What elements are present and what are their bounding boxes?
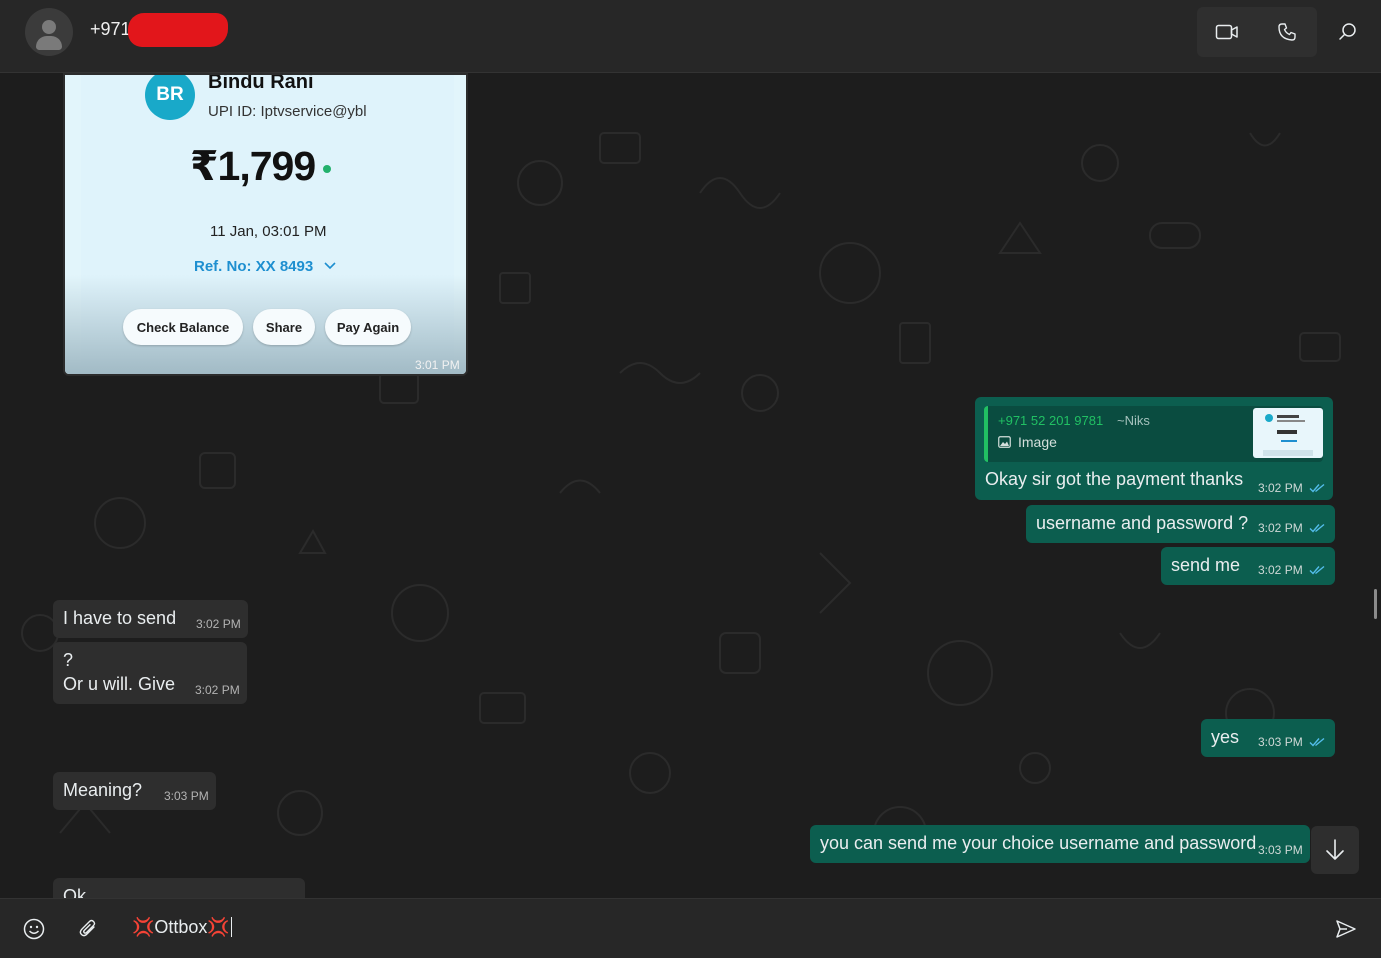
emoji-icon — [23, 918, 45, 940]
scroll-to-bottom-button[interactable] — [1311, 826, 1359, 874]
reference-number: Ref. No: XX 8493 — [194, 258, 337, 275]
message-time: 3:03 PM — [1258, 843, 1303, 857]
message-input[interactable]: 💢Ottbox💢 — [132, 917, 232, 938]
message-time: 3:01 PM — [415, 358, 460, 372]
share-pill: Share — [253, 309, 315, 345]
message-text: yes — [1211, 727, 1240, 747]
message-text-line-2: Or u will. Give — [63, 674, 176, 694]
quoted-sender-alias: ~Niks — [1117, 413, 1150, 428]
message-text: I have to send — [63, 608, 177, 628]
double-check-icon — [1309, 523, 1325, 533]
search-button[interactable] — [1330, 14, 1366, 50]
message-time: 3:03 PM — [1258, 735, 1303, 749]
phone-icon — [1278, 23, 1296, 41]
message-text: send me — [1171, 555, 1241, 575]
payment-amount: ₹1,799 — [190, 143, 316, 189]
reply-message[interactable]: +971 52 201 9781 ~Niks Image Okay sir go… — [975, 397, 1333, 500]
payment-date: 11 Jan, 03:01 PM — [210, 223, 327, 240]
message-time: 3:02 PM — [196, 617, 241, 631]
double-check-icon — [1309, 565, 1325, 575]
image-message[interactable]: BR Bindu Rani UPI ID: Iptvservice@ybl ₹1… — [63, 73, 468, 376]
incoming-message[interactable]: I have to send 3:02 PM — [53, 600, 248, 638]
message-composer: 💢Ottbox💢 — [0, 898, 1381, 958]
scrollbar-thumb[interactable] — [1374, 589, 1377, 619]
message-time: 3:03 PM — [164, 789, 209, 803]
search-icon — [1339, 23, 1356, 40]
send-icon — [1336, 920, 1356, 938]
outgoing-message[interactable]: username and password ? 3:02 PM — [1026, 505, 1335, 543]
attach-button[interactable] — [70, 911, 106, 947]
check-balance-pill: Check Balance — [123, 309, 243, 345]
video-call-button[interactable] — [1197, 7, 1257, 57]
pay-again-pill: Pay Again — [325, 309, 411, 345]
message-text: username and password ? — [1036, 513, 1249, 533]
message-time: 3:02 PM — [1258, 563, 1303, 577]
success-dot-icon — [323, 165, 331, 173]
outgoing-message[interactable]: you can send me your choice username and… — [810, 825, 1310, 863]
quoted-message[interactable]: +971 52 201 9781 ~Niks Image — [984, 406, 1323, 462]
upi-id: UPI ID: Iptvservice@ybl — [208, 103, 367, 120]
message-text: Ok — [63, 886, 87, 898]
quoted-thumbnail — [1253, 408, 1323, 458]
incoming-message[interactable]: ? Or u will. Give 3:02 PM — [53, 642, 247, 704]
image-icon — [998, 436, 1011, 448]
video-call-icon — [1215, 24, 1238, 40]
quoted-type: Image — [1018, 434, 1057, 450]
quoted-sender-phone: +971 52 201 9781 — [998, 413, 1104, 428]
outgoing-message[interactable]: send me 3:02 PM — [1161, 547, 1335, 585]
call-button-group — [1197, 7, 1317, 57]
message-time: 3:02 PM — [195, 683, 240, 697]
arrow-down-icon — [1326, 839, 1344, 860]
text-caret — [230, 917, 232, 937]
outgoing-message[interactable]: yes 3:03 PM — [1201, 719, 1335, 757]
send-button[interactable] — [1328, 911, 1364, 947]
emoji-button[interactable] — [16, 911, 52, 947]
contact-avatar[interactable] — [25, 8, 73, 56]
incoming-message[interactable]: Meaning? 3:03 PM — [53, 772, 216, 810]
voice-call-button[interactable] — [1257, 7, 1317, 57]
message-text: Meaning? — [63, 780, 143, 800]
message-text: Okay sir got the payment thanks — [985, 469, 1244, 489]
redaction-mark — [128, 13, 228, 47]
message-time: 3:02 PM — [1258, 481, 1303, 495]
payee-name: Bindu Rani — [208, 73, 314, 93]
message-list[interactable]: BR Bindu Rani UPI ID: Iptvservice@ybl ₹1… — [0, 73, 1381, 898]
contact-name[interactable]: +971 — [90, 19, 131, 40]
incoming-message[interactable]: Ok — [53, 878, 305, 898]
double-check-icon — [1309, 483, 1325, 493]
message-text: ? — [63, 650, 74, 670]
double-check-icon — [1309, 737, 1325, 747]
chat-header: +971 — [0, 0, 1381, 73]
message-text: you can send me your choice username and… — [820, 833, 1257, 853]
message-time: 3:02 PM — [1258, 521, 1303, 535]
chevron-down-icon — [324, 262, 336, 270]
paperclip-icon — [79, 919, 96, 937]
